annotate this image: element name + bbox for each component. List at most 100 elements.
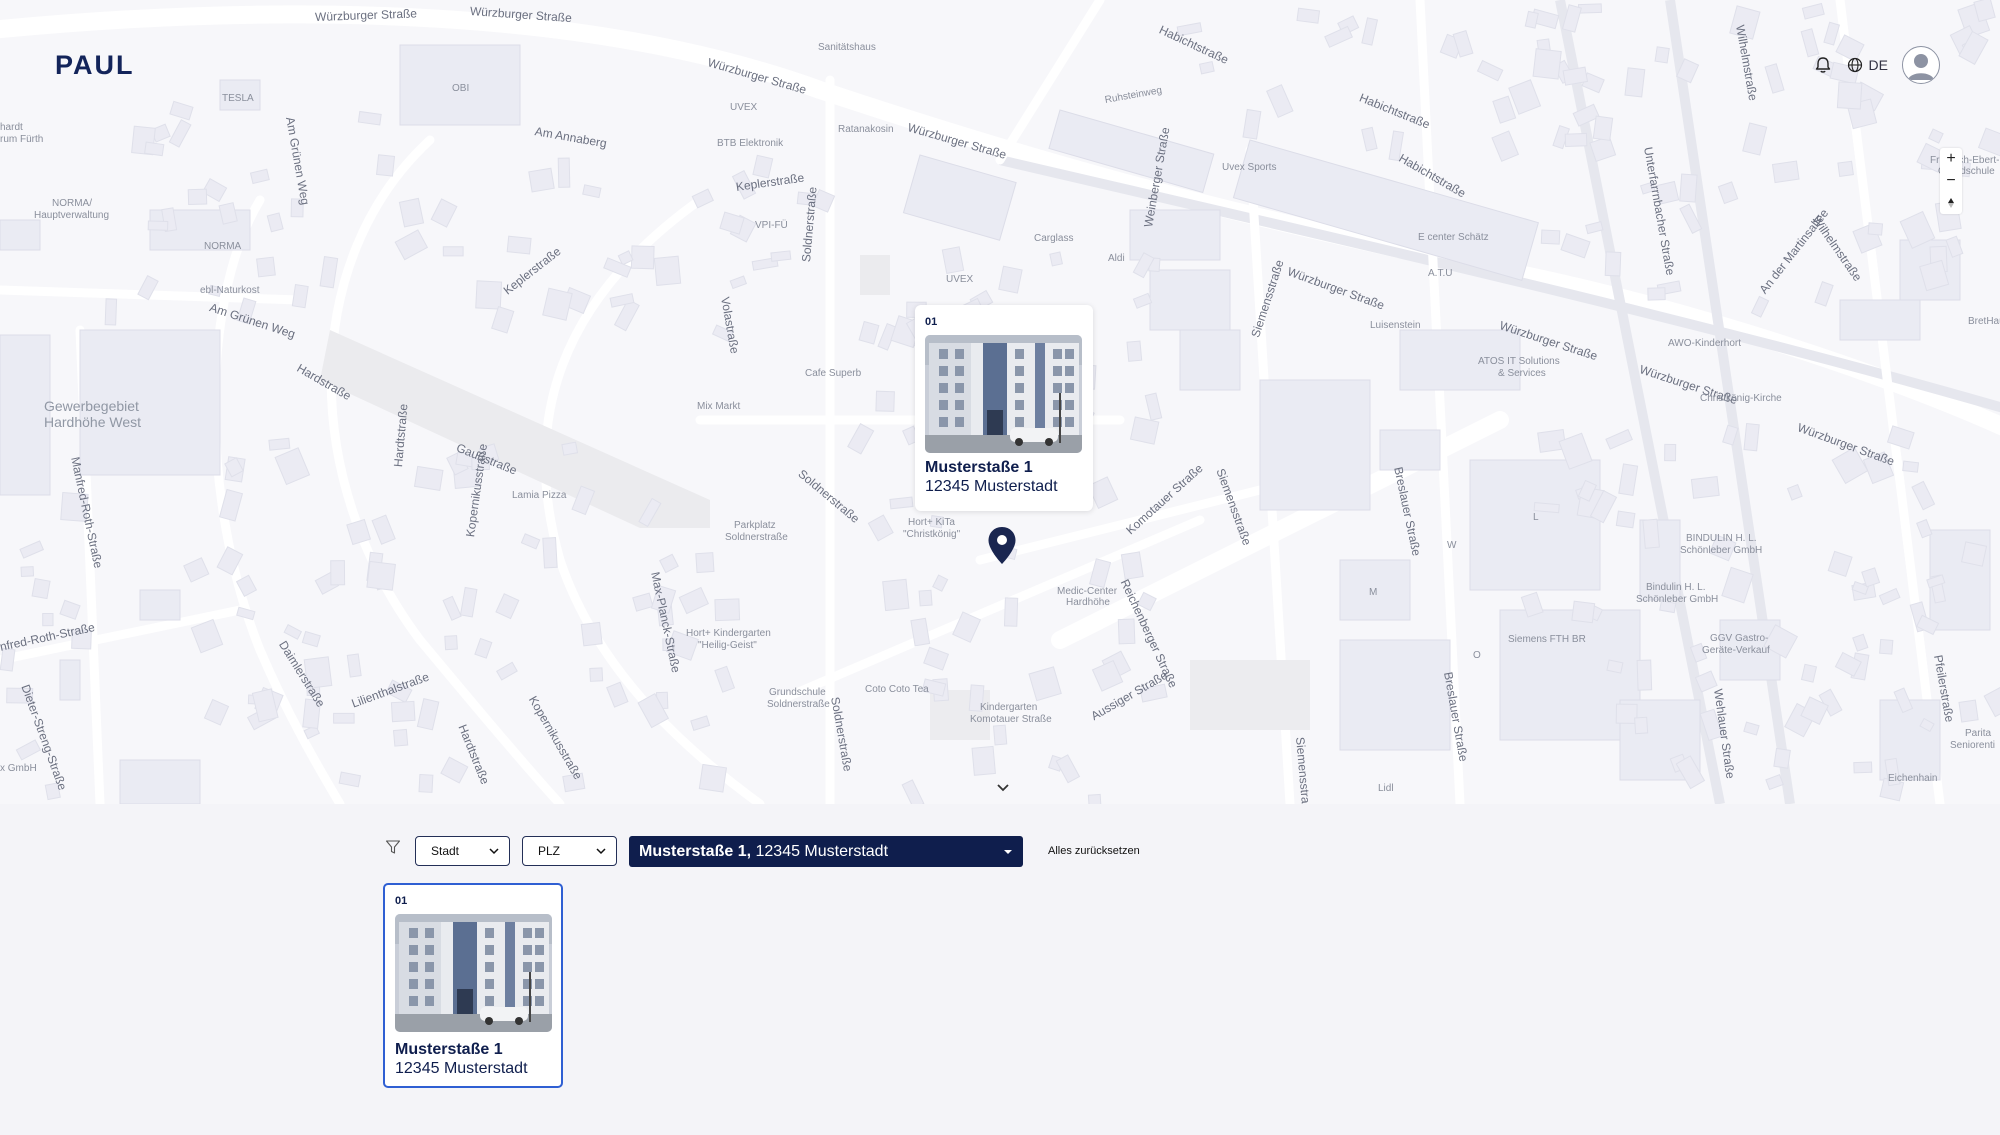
map-building (1634, 716, 1649, 735)
map-label: Seniorenti (1950, 740, 1996, 751)
map-building (653, 255, 682, 287)
map-building (1296, 7, 1321, 24)
map-label: Komotauer Straße (970, 714, 1052, 725)
map-building (1879, 638, 1894, 655)
map-label: ATOS IT Solutions (1478, 356, 1560, 367)
zoom-in-button[interactable]: + (1940, 148, 1962, 170)
map-label: Hort+ KiTa (908, 517, 955, 528)
plz-select[interactable]: PLZ (522, 836, 617, 866)
map-building (1564, 132, 1588, 148)
map-building (1853, 761, 1873, 774)
map-label: Parita (1965, 728, 1992, 739)
map-building (444, 635, 458, 651)
map-building (256, 256, 276, 278)
map-label: Luisenstein (1370, 320, 1421, 331)
map-building (1604, 251, 1622, 277)
map-building (475, 280, 503, 310)
map-label: Schönleber GmbH (1680, 545, 1763, 556)
map-label: E center Schätz (1418, 232, 1489, 243)
map-label: Soldnerstraße (767, 699, 830, 710)
map-building (357, 110, 382, 126)
map-label: O (1473, 650, 1481, 661)
map-building (392, 728, 409, 747)
map-building (413, 465, 444, 491)
map-building (998, 265, 1023, 294)
map-label: Carglass (1034, 233, 1074, 244)
map-label: NORMA/ (52, 198, 92, 209)
map-building (1867, 222, 1884, 236)
map-building (542, 537, 558, 569)
map-building (1773, 747, 1791, 769)
map-label: BretHau (1968, 316, 2000, 327)
map-building (1562, 66, 1589, 86)
map-label: Coto Coto Tea (865, 684, 929, 695)
compass-button[interactable] (1940, 192, 1962, 214)
map-building (1120, 551, 1144, 580)
chevron-down-icon[interactable] (995, 782, 1011, 794)
map-view[interactable]: Würzburger Straße Würzburger Straße Würzbu… (0, 0, 2000, 804)
map-building (333, 712, 355, 724)
map-building (971, 745, 996, 776)
user-avatar[interactable] (1902, 46, 1940, 84)
map-building (1198, 60, 1215, 75)
building-illustration (925, 335, 1082, 453)
plz-select-label: PLZ (538, 844, 561, 858)
map-building (390, 700, 416, 723)
map-building (1003, 597, 1019, 627)
map-building (1117, 618, 1136, 645)
map-label: Aldi (1108, 253, 1125, 264)
user-icon (1908, 54, 1934, 80)
map-label: Hort+ Kindergarten (686, 628, 771, 639)
map-label: Soldnerstraße (725, 532, 788, 543)
map-building (506, 235, 532, 255)
popup-city: 12345 Musterstadt (925, 478, 1058, 495)
map-building (698, 763, 728, 793)
map-popup-card[interactable]: 01 Musterstaße 1 12345 Musterstadt (915, 305, 1093, 511)
map-building (770, 250, 792, 262)
map-label: rum Fürth (0, 134, 44, 145)
globe-icon (1847, 57, 1862, 73)
map-building (1960, 541, 1988, 567)
location-pin-icon[interactable] (987, 526, 1017, 566)
map-area-label: Hardhöhe West (44, 414, 142, 430)
map-label: VPI-FÜ (755, 220, 788, 231)
map-building (557, 157, 571, 188)
result-city: 12345 Musterstadt (395, 1060, 528, 1077)
language-switcher[interactable]: DE (1847, 57, 1888, 73)
filter-icon[interactable] (385, 839, 401, 855)
map-label: W (1447, 540, 1457, 551)
map-building (1624, 67, 1646, 98)
zoom-out-button[interactable]: − (1940, 170, 1962, 192)
reset-all-link[interactable]: Alles zurücksetzen (1048, 845, 1140, 857)
map-label: Christkönig-Kirche (1700, 393, 1782, 404)
map-building (992, 724, 1008, 746)
stadt-select[interactable]: Stadt (415, 836, 510, 866)
map-label: M (1369, 587, 1378, 598)
popup-building-photo (925, 335, 1082, 453)
map-building (268, 437, 291, 451)
app-logo[interactable]: PAUL (55, 50, 135, 81)
result-card[interactable]: 01 Musterstaße 1 12345 Musterstadt (383, 883, 563, 1088)
map-label: Kindergarten (980, 702, 1038, 713)
map-building (1664, 443, 1677, 462)
map-building (1958, 699, 1979, 723)
map-building (442, 246, 464, 257)
map-building (630, 245, 655, 270)
map-label: Hauptverwaltung (34, 210, 110, 221)
popup-number: 01 (925, 316, 938, 328)
map-label: Grundschule (769, 687, 826, 698)
header-controls: DE (1813, 46, 1940, 84)
map-building (1902, 460, 1920, 473)
address-select[interactable]: Musterstaße 1, 12345 Musterstadt (629, 836, 1023, 867)
map-building (1615, 703, 1638, 724)
map-building (1647, 287, 1666, 301)
map-building (31, 578, 51, 600)
map-label: & Services (1498, 368, 1546, 379)
map-label: Parkplatz (734, 520, 776, 531)
map-building (528, 167, 555, 193)
map-building (580, 621, 603, 647)
map-building (1654, 46, 1670, 64)
map-building (1743, 422, 1760, 452)
stadt-select-label: Stadt (431, 844, 460, 858)
bell-icon[interactable] (1813, 55, 1833, 75)
